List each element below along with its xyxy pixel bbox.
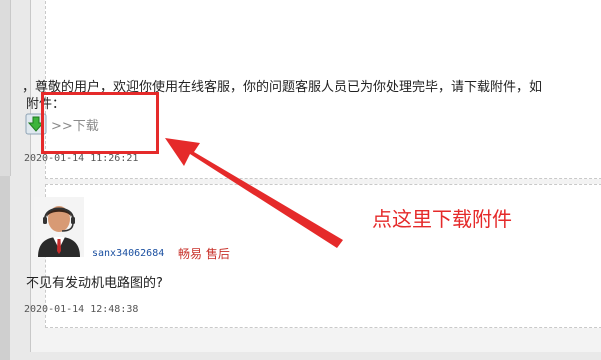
conversation-panel: [30, 0, 601, 352]
reply-timestamp: 2020-01-14 12:48:38: [24, 304, 139, 315]
window-left-edge-lower: [0, 176, 10, 360]
window-left-edge: [0, 0, 11, 176]
user-question-text: 不见有发动机电路图的?: [26, 276, 163, 291]
customer-service-avatar: [34, 197, 84, 257]
message-timestamp: 2020-01-14 11:26:21: [24, 153, 139, 164]
download-highlight-box: [41, 92, 159, 154]
username-link[interactable]: sanx34062684: [92, 248, 164, 259]
callout-text: 点这里下载附件: [372, 207, 512, 231]
department-label: 畅易 售后: [178, 247, 230, 261]
